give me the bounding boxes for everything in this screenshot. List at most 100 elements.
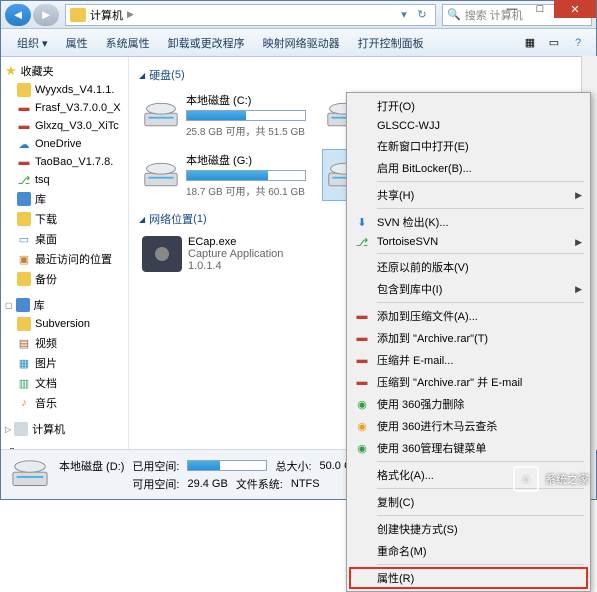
toolbar-item-0[interactable]: 组织 ▾	[9, 31, 56, 55]
menu-item-label: 使用 360进行木马云查杀	[377, 418, 497, 434]
window-controls: — □ ✕	[498, 0, 596, 18]
maximize-button[interactable]: □	[526, 0, 554, 18]
context-menu-item[interactable]: ◉使用 360强力删除	[349, 393, 588, 415]
sidebar-item-label: Glxzq_V3.0_XiTc	[35, 120, 119, 132]
context-menu-item[interactable]: 打开(O)	[349, 95, 588, 117]
help-icon[interactable]: ?	[568, 33, 588, 53]
drive-icon	[142, 159, 180, 191]
context-menu-item[interactable]: ⬇SVN 检出(K)...	[349, 211, 588, 233]
svn-blue-icon: ⬇	[354, 214, 370, 230]
usage-bar	[187, 460, 267, 471]
context-menu-item[interactable]: 还原以前的版本(V)	[349, 256, 588, 278]
sidebar-library-header[interactable]: ▢ 库	[1, 295, 128, 315]
menu-item-label: 添加到压缩文件(A)...	[377, 308, 478, 324]
watermark-logo-icon: ⌂	[513, 466, 539, 492]
sidebar-item[interactable]: ▬Glxzq_V3.0_XiTc	[1, 117, 128, 135]
sidebar-item[interactable]: ▦图片	[1, 353, 128, 373]
sidebar-item[interactable]: Wyyxds_V4.1.1.	[1, 81, 128, 99]
computer-icon	[70, 8, 86, 22]
refresh-icon[interactable]: ↻	[413, 6, 431, 24]
context-menu: 打开(O)GLSCC-WJJ在新窗口中打开(E)启用 BitLocker(B).…	[346, 92, 591, 592]
sidebar-item[interactable]: ▣最近访问的位置	[1, 249, 128, 269]
close-button[interactable]: ✕	[554, 0, 596, 18]
drive-icon	[11, 457, 49, 493]
context-menu-item[interactable]: ▬添加到 "Archive.rar"(T)	[349, 327, 588, 349]
submenu-arrow-icon: ▶	[575, 284, 582, 295]
toolbar-item-2[interactable]: 系统属性	[98, 31, 158, 55]
context-menu-item[interactable]: ▬添加到压缩文件(A)...	[349, 305, 588, 327]
sidebar-item-label: Wyyxds_V4.1.1.	[35, 84, 114, 96]
menu-separator	[377, 253, 584, 254]
status-fs-label: 文件系统:	[236, 476, 283, 492]
sidebar-item-label: 备份	[35, 271, 57, 287]
toolbar-item-3[interactable]: 卸载或更改程序	[160, 31, 253, 55]
sidebar-item[interactable]: 库	[1, 189, 128, 209]
context-menu-item[interactable]: 包含到库中(I)▶	[349, 278, 588, 300]
context-menu-item[interactable]: 共享(H)▶	[349, 184, 588, 206]
toolbar-item-1[interactable]: 属性	[58, 31, 96, 55]
context-menu-item[interactable]: ⎇TortoiseSVN▶	[349, 233, 588, 251]
sidebar-favorites-header[interactable]: ★ 收藏夹	[1, 61, 128, 81]
hdd-section-header[interactable]: ◢ 硬盘 (5)	[139, 67, 586, 83]
drive-item[interactable]: 本地磁盘 (G:) 18.7 GB 可用，共 60.1 GB	[139, 149, 314, 201]
minimize-button[interactable]: —	[498, 0, 526, 18]
sidebar-item[interactable]: ▬Frasf_V3.7.0.0_X	[1, 99, 128, 117]
net-item-type: Capture Application	[188, 248, 283, 260]
sidebar-item[interactable]: ▭桌面	[1, 229, 128, 249]
expand-icon: ▢	[5, 301, 13, 310]
dropdown-icon[interactable]: ▾	[395, 6, 413, 24]
context-menu-item[interactable]: 启用 BitLocker(B)...	[349, 157, 588, 179]
context-menu-item[interactable]: ◉使用 360进行木马云查杀	[349, 415, 588, 437]
status-drive-name: 本地磁盘 (D:)	[59, 458, 124, 474]
sidebar-item[interactable]: 备份	[1, 269, 128, 289]
net-item-version: 1.0.1.4	[188, 260, 283, 272]
sidebar-item-label: 音乐	[35, 395, 57, 411]
net-label: 网络位置	[149, 211, 193, 227]
context-menu-item[interactable]: 在新窗口中打开(E)	[349, 135, 588, 157]
sidebar-item[interactable]: ♪音乐	[1, 393, 128, 413]
capacity-bar	[186, 110, 306, 121]
toolbar-item-4[interactable]: 映射网络驱动器	[255, 31, 348, 55]
context-menu-item[interactable]: GLSCC-WJJ	[349, 117, 588, 135]
sidebar-item[interactable]: ☁OneDrive	[1, 135, 128, 153]
drive-free-text: 18.7 GB 可用，共 60.1 GB	[186, 183, 311, 198]
nav-back-button[interactable]: ◄	[5, 4, 31, 26]
menu-separator	[377, 181, 584, 182]
sidebar-item[interactable]: Subversion	[1, 315, 128, 333]
context-menu-item[interactable]: 属性(R)	[349, 567, 588, 589]
computer-label: 计算机	[32, 421, 65, 437]
context-menu-item[interactable]: ▬压缩并 E-mail...	[349, 349, 588, 371]
toolbar: 组织 ▾属性系统属性卸载或更改程序映射网络驱动器打开控制面板 ▦ ▭ ?	[1, 29, 596, 57]
context-menu-item[interactable]: 重命名(M)	[349, 540, 588, 562]
drive-item[interactable]: 本地磁盘 (C:)25.8 GB 可用，共 51.5 GB	[139, 89, 314, 141]
menu-separator	[377, 208, 584, 209]
sidebar-item-label: 图片	[35, 355, 57, 371]
view-icon[interactable]: ▦	[520, 33, 540, 53]
sidebar-computer-header[interactable]: ▷ 计算机	[1, 419, 128, 439]
context-menu-item[interactable]: 复制(C)	[349, 491, 588, 513]
sidebar-item[interactable]: ▬TaoBao_V1.7.8.	[1, 153, 128, 171]
status-fs: NTFS	[291, 478, 320, 490]
status-used-label: 已用空间:	[132, 458, 179, 474]
toolbar-item-5[interactable]: 打开控制面板	[350, 31, 432, 55]
360-icon: ◉	[354, 396, 370, 412]
sidebar-item[interactable]: ▥文档	[1, 373, 128, 393]
sidebar-item-label: OneDrive	[35, 138, 81, 150]
menu-item-label: 格式化(A)...	[377, 467, 434, 483]
drive-name: 本地磁盘 (C:)	[186, 92, 311, 108]
drive-icon	[142, 99, 180, 131]
context-menu-item[interactable]: ◉使用 360管理右键菜单	[349, 437, 588, 459]
sidebar-item[interactable]: ⎇tsq	[1, 171, 128, 189]
menu-item-label: 重命名(M)	[377, 543, 427, 559]
context-menu-item[interactable]: 创建快捷方式(S)	[349, 518, 588, 540]
nav-forward-button[interactable]: ►	[33, 4, 59, 26]
sidebar-item[interactable]: 下载	[1, 209, 128, 229]
hdd-count: (5)	[171, 69, 184, 81]
context-menu-item[interactable]: ▬压缩到 "Archive.rar" 并 E-mail	[349, 371, 588, 393]
menu-separator	[377, 461, 584, 462]
address-bar[interactable]: 计算机 ▶ ▾ ↻	[65, 4, 436, 26]
preview-icon[interactable]: ▭	[544, 33, 564, 53]
sidebar: ★ 收藏夹 Wyyxds_V4.1.1. ▬Frasf_V3.7.0.0_X▬Gl…	[1, 57, 129, 449]
sidebar-item[interactable]: ▤视频	[1, 333, 128, 353]
drive-name: 本地磁盘 (G:)	[186, 152, 311, 168]
